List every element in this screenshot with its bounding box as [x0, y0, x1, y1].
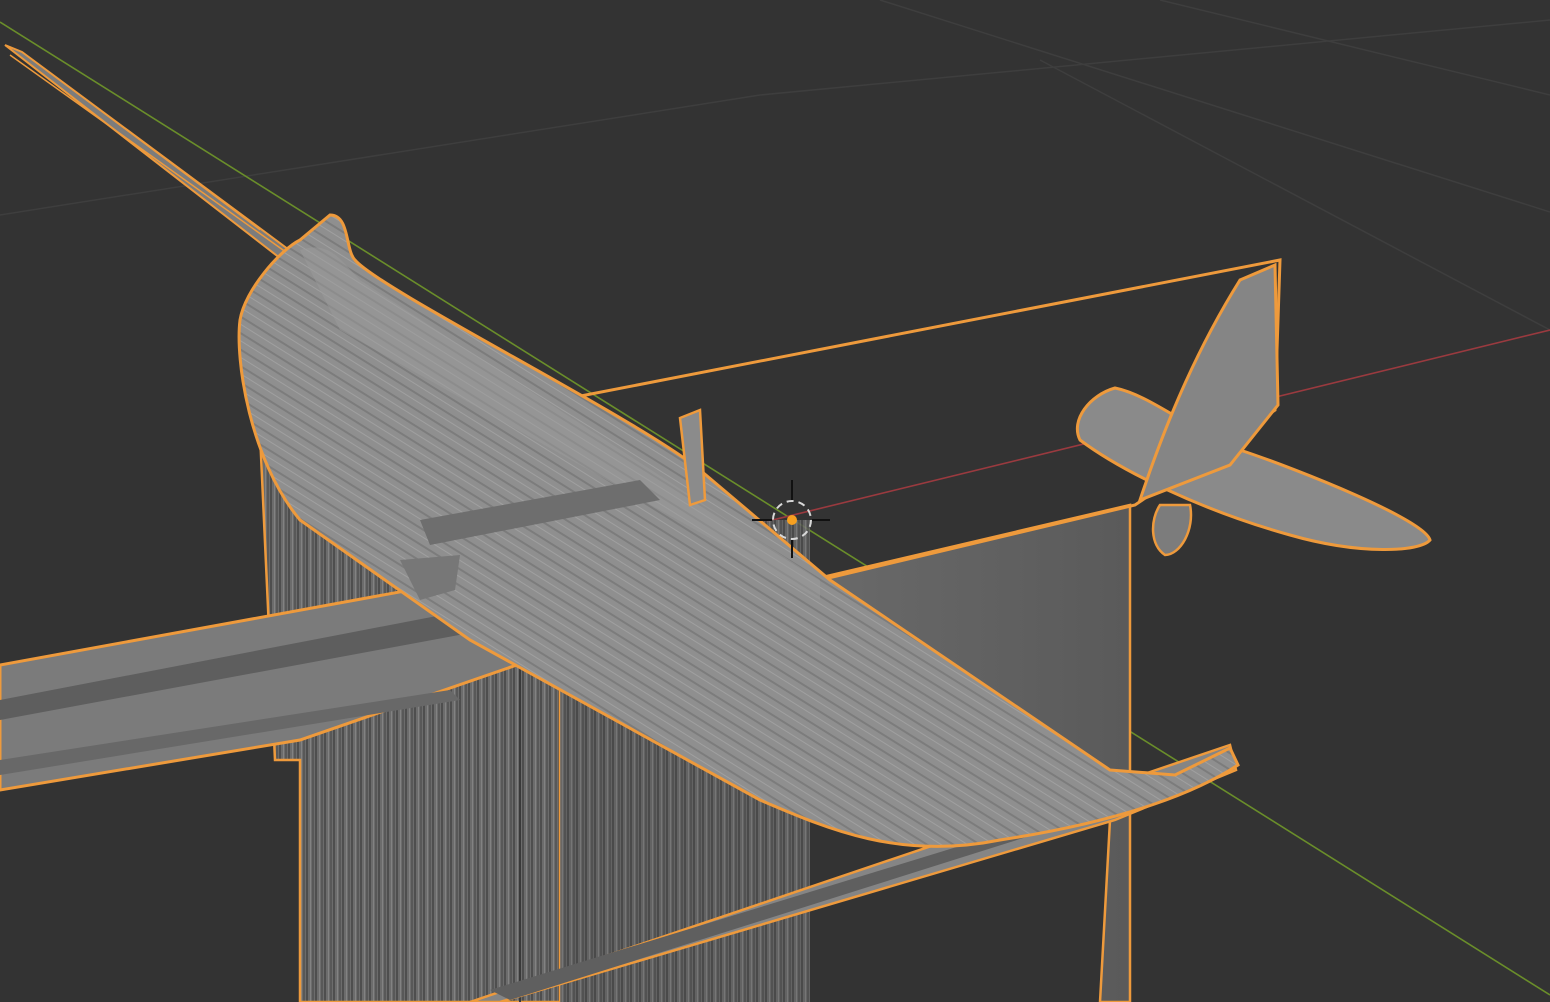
scene-canvas[interactable] [0, 0, 1550, 1002]
mesh-artifact-spike [4, 44, 303, 264]
3d-viewport[interactable] [0, 0, 1550, 1002]
viewport-grid [0, 0, 1550, 331]
